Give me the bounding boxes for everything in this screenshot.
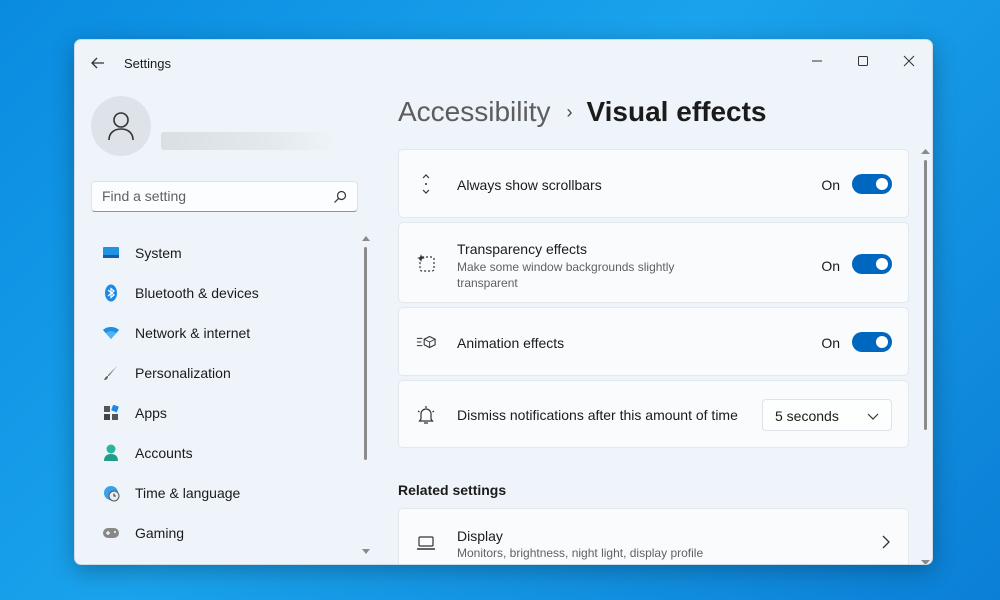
transparency-icon: [416, 253, 436, 273]
sidebar-item-label: Bluetooth & devices: [135, 285, 259, 301]
page-title: Visual effects: [586, 96, 767, 127]
user-name-blurred: [161, 132, 336, 150]
search-icon[interactable]: [333, 190, 347, 204]
laptop-icon: [416, 533, 436, 553]
toggle-state-label: On: [821, 335, 840, 351]
toggle-state-label: On: [821, 258, 840, 274]
person-icon: [102, 444, 120, 462]
sidebar-item-label: Personalization: [135, 365, 231, 381]
setting-card-scrollbars: Always show scrollbars On: [398, 149, 909, 218]
scrollbars-toggle[interactable]: [852, 174, 892, 194]
setting-card-animation: Animation effects On: [398, 307, 909, 376]
chevron-down-icon: [867, 413, 879, 420]
sidebar-item-gaming[interactable]: Gaming: [91, 513, 356, 553]
scrollbar-arrows-icon: [416, 174, 436, 194]
settings-window: Settings System: [74, 39, 933, 565]
scroll-up-icon[interactable]: [921, 148, 930, 154]
setting-title: Animation effects: [457, 335, 565, 351]
sidebar-item-network[interactable]: Network & internet: [91, 313, 356, 353]
sidebar-item-bluetooth[interactable]: Bluetooth & devices: [91, 273, 356, 313]
chevron-right-icon: [882, 535, 890, 549]
globe-clock-icon: [102, 484, 120, 502]
close-icon: [903, 55, 915, 67]
sidebar-item-label: Network & internet: [135, 325, 251, 341]
wifi-icon: [102, 324, 120, 342]
back-arrow-icon: [91, 57, 104, 69]
avatar[interactable]: [91, 96, 151, 156]
related-settings-heading: Related settings: [398, 482, 507, 498]
setting-description: Monitors, brightness, night light, displ…: [457, 546, 704, 560]
scroll-up-icon[interactable]: [362, 235, 370, 241]
setting-title: Display: [457, 528, 503, 544]
search-box[interactable]: [91, 181, 358, 212]
sidebar-item-time-language[interactable]: Time & language: [91, 473, 356, 513]
sidebar-scrollbar[interactable]: [362, 235, 370, 555]
sidebar-item-personalization[interactable]: Personalization: [91, 353, 356, 393]
sidebar-item-system[interactable]: System: [91, 233, 356, 273]
sidebar-item-label: System: [135, 245, 182, 261]
gamepad-icon: [102, 524, 120, 542]
maximize-button[interactable]: [840, 46, 886, 76]
bell-timer-icon: [416, 405, 436, 425]
setting-card-transparency: Transparency effects Make some window ba…: [398, 222, 909, 303]
breadcrumb: Accessibility › Visual effects: [398, 96, 767, 128]
back-button[interactable]: [89, 54, 107, 72]
apps-icon: [102, 404, 120, 422]
related-card-display[interactable]: Display Monitors, brightness, night ligh…: [398, 508, 909, 564]
notification-duration-dropdown[interactable]: 5 seconds: [762, 399, 892, 431]
app-title: Settings: [124, 56, 171, 71]
sidebar-item-label: Time & language: [135, 485, 241, 501]
animation-toggle[interactable]: [852, 332, 892, 352]
sidebar-item-label: Accounts: [135, 445, 193, 461]
sidebar-item-label: Apps: [135, 405, 167, 421]
setting-title: Dismiss notifications after this amount …: [457, 407, 738, 423]
dropdown-value: 5 seconds: [775, 408, 839, 424]
system-icon: [102, 244, 120, 262]
transparency-toggle[interactable]: [852, 254, 892, 274]
breadcrumb-parent[interactable]: Accessibility: [398, 96, 550, 128]
minimize-button[interactable]: [794, 46, 840, 76]
main-scrollbar[interactable]: [921, 148, 931, 565]
close-button[interactable]: [886, 46, 932, 76]
setting-description: Make some window backgrounds slightly tr…: [457, 260, 675, 290]
scroll-down-icon[interactable]: [921, 560, 930, 565]
main-scroll-thumb[interactable]: [924, 160, 927, 430]
sidebar-item-accounts[interactable]: Accounts: [91, 433, 356, 473]
sidebar-item-apps[interactable]: Apps: [91, 393, 356, 433]
person-icon: [108, 112, 134, 141]
setting-title: Always show scrollbars: [457, 177, 602, 193]
maximize-icon: [858, 56, 868, 66]
setting-card-notifications: Dismiss notifications after this amount …: [398, 380, 909, 448]
search-input[interactable]: [102, 188, 322, 204]
animation-icon: [416, 332, 436, 352]
scroll-down-icon[interactable]: [362, 549, 370, 555]
breadcrumb-separator: ›: [566, 101, 573, 122]
toggle-state-label: On: [821, 177, 840, 193]
setting-title: Transparency effects: [457, 241, 587, 257]
sidebar-nav: System Bluetooth & devices Network & int…: [91, 233, 356, 553]
minimize-icon: [812, 60, 822, 62]
sidebar-scroll-thumb[interactable]: [364, 247, 367, 460]
sidebar-item-label: Gaming: [135, 525, 185, 541]
bluetooth-icon: [102, 284, 120, 302]
brush-icon: [102, 364, 120, 382]
title-bar: Settings: [75, 40, 932, 84]
